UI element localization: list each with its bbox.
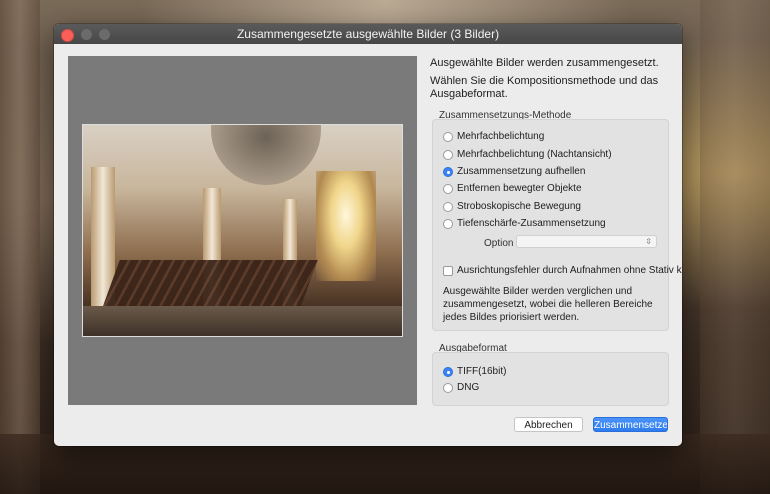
checkbox-label: Ausrichtungsfehler durch Aufnahmen ohne … [457, 265, 682, 276]
method-group: Mehrfachbelichtung Mehrfachbelichtung (N… [432, 119, 682, 331]
radio-button-selected[interactable] [443, 166, 453, 177]
composite-preview-image [82, 124, 403, 337]
format-option-dng[interactable]: DNG [443, 382, 479, 393]
option-label: Entfernen bewegter Objekte [457, 183, 582, 194]
method-option-multiple-exposure[interactable]: Mehrfachbelichtung [443, 131, 544, 142]
preview-pane [68, 56, 417, 405]
radio-button[interactable] [443, 131, 453, 142]
option-select-label: Option [484, 238, 514, 249]
cancel-button[interactable]: Abbrechen [514, 417, 583, 432]
method-option-remove-moving[interactable]: Entfernen bewegter Objekte [443, 183, 582, 194]
minimize-icon[interactable] [81, 29, 92, 40]
radio-button[interactable] [443, 382, 453, 393]
output-group: TIFF(16bit) DNG [432, 352, 669, 406]
option-label: Stroboskopische Bewegung [457, 201, 581, 212]
radio-button[interactable] [443, 218, 453, 229]
zoom-icon[interactable] [99, 29, 110, 40]
compose-dialog: Zusammengesetzte ausgewählte Bilder (3 B… [54, 24, 682, 446]
format-option-tiff[interactable]: TIFF(16bit) [443, 366, 506, 377]
option-label: Zusammensetzung aufhellen [457, 166, 586, 177]
option-label: TIFF(16bit) [457, 366, 507, 377]
option-label: Mehrfachbelichtung (Nachtansicht) [457, 149, 612, 160]
option-label: Tiefenschärfe-Zusammensetzung [457, 218, 606, 229]
close-icon[interactable] [61, 29, 74, 42]
option-label: Mehrfachbelichtung [457, 131, 545, 142]
option-label: DNG [457, 382, 480, 393]
instruction-text: Wählen Sie die Kompositionsmethode und d… [430, 75, 659, 100]
method-option-multiple-exposure-night[interactable]: Mehrfachbelichtung (Nachtansicht) [443, 149, 612, 160]
window-controls [61, 29, 110, 42]
radio-button[interactable] [443, 183, 453, 194]
method-option-brighten[interactable]: Zusammensetzung aufhellen [443, 166, 585, 177]
radio-button[interactable] [443, 149, 453, 160]
radio-button-selected[interactable] [443, 366, 453, 377]
method-option-stroboscopic[interactable]: Stroboskopische Bewegung [443, 201, 581, 212]
intro-text: Ausgewählte Bilder werden zusammengesetz… [430, 57, 659, 69]
chevron-updown-icon: ⇳ [645, 237, 652, 246]
compose-button[interactable]: Zusammensetze [593, 417, 668, 432]
radio-button[interactable] [443, 201, 453, 212]
window-title: Zusammengesetzte ausgewählte Bilder (3 B… [236, 27, 500, 41]
align-correction-checkbox[interactable] [443, 265, 453, 276]
option-select[interactable]: ⇳ [516, 235, 657, 248]
method-option-focus-stacking[interactable]: Tiefenschärfe-Zusammensetzung [443, 218, 606, 229]
align-correction-row[interactable]: Ausrichtungsfehler durch Aufnahmen ohne … [443, 265, 682, 276]
method-description: Ausgewählte Bilder werden verglichen und… [443, 286, 653, 323]
title-bar[interactable]: Zusammengesetzte ausgewählte Bilder (3 B… [54, 24, 682, 44]
